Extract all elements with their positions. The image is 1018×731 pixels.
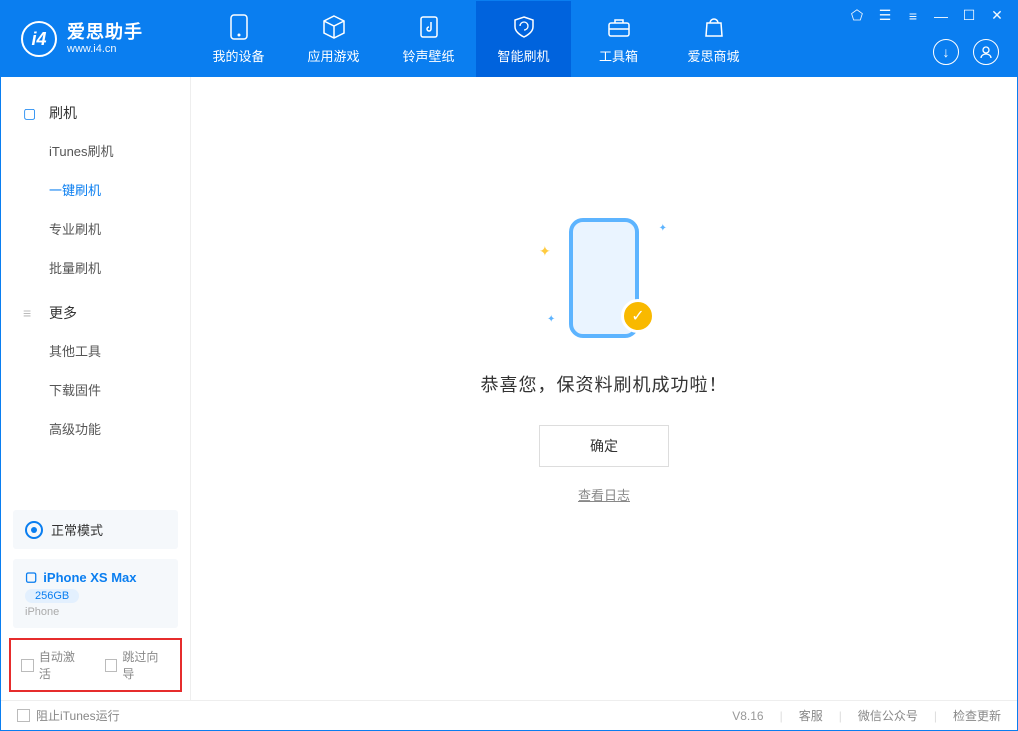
main-nav: 我的设备 应用游戏 铃声壁纸 智能刷机 工具箱 爱思商城 xyxy=(191,1,761,77)
phone-small-icon: ▢ xyxy=(25,569,37,585)
header: i4 爱思助手 www.i4.cn 我的设备 应用游戏 铃声壁纸 智能刷机 工具… xyxy=(1,1,1017,77)
window-controls: ⬠ ☰ ≡ — ☐ ✕ xyxy=(847,7,1007,24)
maximize-icon[interactable]: ☐ xyxy=(959,7,979,24)
nav-flash[interactable]: 智能刷机 xyxy=(476,1,571,77)
menu-icon[interactable]: ☰ xyxy=(875,7,895,24)
device-icon: ▢ xyxy=(23,105,39,122)
sidebar-item-itunes-flash[interactable]: iTunes刷机 xyxy=(1,131,190,170)
music-icon xyxy=(416,14,442,40)
mode-label: 正常模式 xyxy=(51,520,103,539)
nav-my-device[interactable]: 我的设备 xyxy=(191,1,286,77)
version-label: V8.16 xyxy=(732,709,763,723)
checkbox-icon xyxy=(21,659,34,672)
sidebar-item-oneclick-flash[interactable]: 一键刷机 xyxy=(1,170,190,209)
app-title: 爱思助手 xyxy=(67,23,143,43)
toolbox-icon xyxy=(606,14,632,40)
mode-icon xyxy=(25,521,43,539)
nav-ringtones[interactable]: 铃声壁纸 xyxy=(381,1,476,77)
device-type: iPhone xyxy=(25,606,166,618)
logo-area: i4 爱思助手 www.i4.cn xyxy=(1,21,191,57)
checkbox-skip-guide[interactable]: 跳过向导 xyxy=(105,648,171,682)
sidebar-item-advanced[interactable]: 高级功能 xyxy=(1,409,190,448)
view-log-link[interactable]: 查看日志 xyxy=(578,485,630,504)
minimize-icon[interactable]: — xyxy=(931,8,951,24)
success-illustration: ✓ ✦✦✦ xyxy=(559,213,649,343)
ok-button[interactable]: 确定 xyxy=(539,425,669,467)
nav-apps[interactable]: 应用游戏 xyxy=(286,1,381,77)
footer-support[interactable]: 客服 xyxy=(799,707,823,724)
sidebar-item-pro-flash[interactable]: 专业刷机 xyxy=(1,209,190,248)
highlighted-options: 自动激活 跳过向导 xyxy=(9,638,182,692)
checkbox-icon xyxy=(105,659,118,672)
list-icon[interactable]: ≡ xyxy=(903,8,923,24)
user-icon[interactable] xyxy=(973,39,999,65)
footer: 阻止iTunes运行 V8.16 | 客服 | 微信公众号 | 检查更新 xyxy=(1,700,1017,730)
sidebar: ▢刷机 iTunes刷机 一键刷机 专业刷机 批量刷机 ≡更多 其他工具 下载固… xyxy=(1,77,191,700)
shield-refresh-icon xyxy=(511,14,537,40)
sidebar-item-download-firmware[interactable]: 下载固件 xyxy=(1,370,190,409)
download-icon[interactable]: ↓ xyxy=(933,39,959,65)
footer-wechat[interactable]: 微信公众号 xyxy=(858,707,918,724)
nav-toolbox[interactable]: 工具箱 xyxy=(571,1,666,77)
mode-box[interactable]: 正常模式 xyxy=(13,510,178,549)
sidebar-group-flash: ▢刷机 xyxy=(1,95,190,131)
checkbox-icon[interactable] xyxy=(17,709,30,722)
phone-icon xyxy=(226,14,252,40)
sidebar-group-more: ≡更多 xyxy=(1,295,190,331)
block-itunes-label[interactable]: 阻止iTunes运行 xyxy=(36,707,120,724)
nav-store[interactable]: 爱思商城 xyxy=(666,1,761,77)
main-content: ✓ ✦✦✦ 恭喜您，保资料刷机成功啦！ 确定 查看日志 xyxy=(191,77,1017,700)
device-box[interactable]: ▢iPhone XS Max 256GB iPhone xyxy=(13,559,178,628)
cube-icon xyxy=(321,14,347,40)
success-message: 恭喜您，保资料刷机成功啦！ xyxy=(481,371,728,397)
footer-check-update[interactable]: 检查更新 xyxy=(953,707,1001,724)
sidebar-item-other-tools[interactable]: 其他工具 xyxy=(1,331,190,370)
bag-icon xyxy=(701,14,727,40)
checkbox-auto-activate[interactable]: 自动激活 xyxy=(21,648,87,682)
sidebar-item-batch-flash[interactable]: 批量刷机 xyxy=(1,248,190,287)
check-badge-icon: ✓ xyxy=(621,299,655,333)
app-subtitle: www.i4.cn xyxy=(67,43,143,55)
shirt-icon[interactable]: ⬠ xyxy=(847,7,867,24)
logo-icon: i4 xyxy=(21,21,57,57)
more-icon: ≡ xyxy=(23,305,39,321)
device-capacity: 256GB xyxy=(25,589,79,603)
close-icon[interactable]: ✕ xyxy=(987,7,1007,24)
